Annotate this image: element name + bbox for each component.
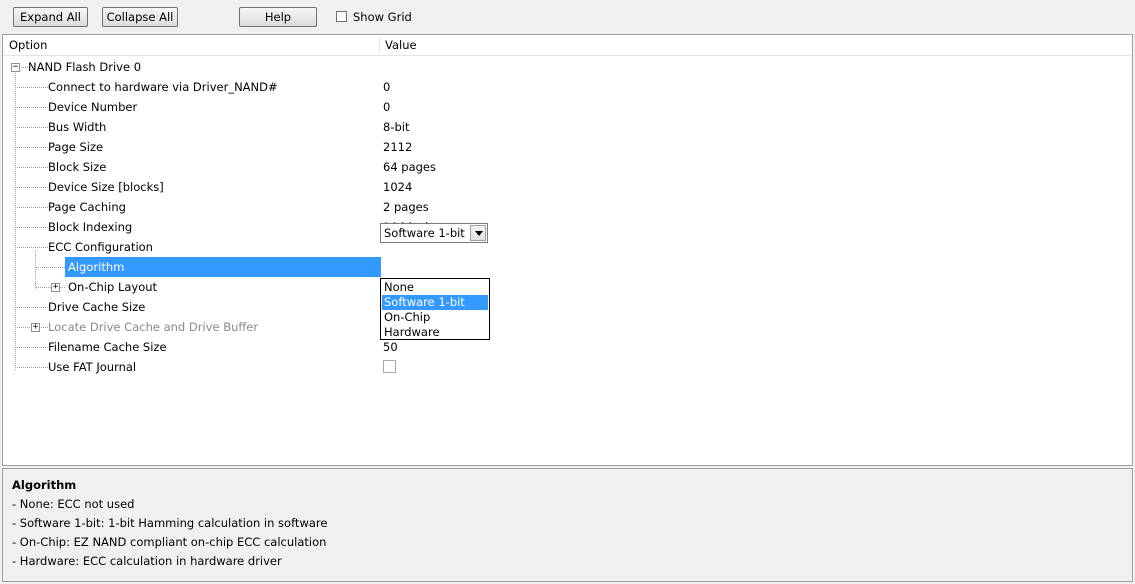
- row-label: Block Size: [48, 160, 107, 174]
- dropdown-arrow-icon[interactable]: [470, 225, 486, 241]
- row-label: Bus Width: [48, 120, 107, 134]
- description-line: - None: ECC not used: [12, 497, 135, 511]
- dropdown-option-on-chip[interactable]: On-Chip: [382, 310, 488, 325]
- tree-row-device-size[interactable]: Device Size [blocks] 1024: [3, 177, 1132, 197]
- row-value[interactable]: 50: [383, 337, 398, 357]
- show-grid-label: Show Grid: [353, 10, 412, 24]
- expand-icon[interactable]: +: [31, 323, 40, 332]
- row-label: Locate Drive Cache and Drive Buffer: [48, 320, 259, 334]
- algorithm-dropdown-list: None Software 1-bit On-Chip Hardware: [380, 278, 490, 340]
- row-value[interactable]: 2112: [383, 137, 412, 157]
- algorithm-combobox[interactable]: Software 1-bit: [380, 223, 488, 243]
- row-label: Block Indexing: [48, 220, 133, 234]
- row-label: Filename Cache Size: [48, 340, 167, 354]
- tree-row-connect-hardware[interactable]: Connect to hardware via Driver_NAND# 0: [3, 77, 1132, 97]
- row-value[interactable]: 1024: [383, 177, 412, 197]
- use-fat-journal-checkbox[interactable]: [383, 360, 396, 373]
- tree-row-drive-cache-size[interactable]: Drive Cache Size: [3, 297, 1132, 317]
- tree-row-locate-drive-cache[interactable]: + Locate Drive Cache and Drive Buffer: [3, 317, 1132, 337]
- description-line: - Software 1-bit: 1-bit Hamming calculat…: [12, 516, 328, 530]
- toolbar: Expand All Collapse All Help Show Grid: [0, 0, 1135, 34]
- row-label: On-Chip Layout: [68, 280, 158, 294]
- row-label: Page Caching: [48, 200, 126, 214]
- tree-row-block-size[interactable]: Block Size 64 pages: [3, 157, 1132, 177]
- show-grid-checkbox[interactable]: [336, 11, 347, 22]
- tree-row-device-number[interactable]: Device Number 0: [3, 97, 1132, 117]
- row-label: Page Size: [48, 140, 104, 154]
- row-label: Device Size [blocks]: [48, 180, 164, 194]
- row-value[interactable]: 0: [383, 97, 390, 117]
- tree-row-bus-width[interactable]: Bus Width 8-bit: [3, 117, 1132, 137]
- dropdown-option-none[interactable]: None: [382, 280, 488, 295]
- row-label: Algorithm: [68, 260, 125, 274]
- expand-all-button[interactable]: Expand All: [13, 7, 88, 27]
- row-value[interactable]: 0: [383, 77, 390, 97]
- property-grid: Option Value − NAND Flash Drive 0 Connec…: [2, 34, 1133, 466]
- row-label: Connect to hardware via Driver_NAND#: [48, 80, 278, 94]
- description-title: Algorithm: [12, 478, 77, 492]
- tree-row-algorithm[interactable]: Algorithm: [3, 257, 1132, 277]
- expand-icon[interactable]: +: [51, 283, 60, 292]
- tree-row-page-size[interactable]: Page Size 2112: [3, 137, 1132, 157]
- column-divider[interactable]: [379, 37, 380, 53]
- collapse-all-button[interactable]: Collapse All: [102, 7, 178, 27]
- tree-row-block-indexing[interactable]: Block Indexing 16 blocks: [3, 217, 1132, 237]
- row-label: Device Number: [48, 100, 138, 114]
- row-label: Drive Cache Size: [48, 300, 146, 314]
- collapse-icon[interactable]: −: [11, 63, 20, 72]
- help-button[interactable]: Help: [239, 7, 317, 27]
- column-header-option[interactable]: Option: [9, 35, 47, 55]
- grid-header: Option Value: [3, 35, 1132, 56]
- column-header-value[interactable]: Value: [385, 35, 417, 55]
- dropdown-option-hardware[interactable]: Hardware: [382, 325, 488, 340]
- description-line: - Hardware: ECC calculation in hardware …: [12, 554, 282, 568]
- row-label: NAND Flash Drive 0: [28, 60, 142, 74]
- row-label: ECC Configuration: [48, 240, 153, 254]
- row-value[interactable]: 8-bit: [383, 117, 409, 137]
- row-value[interactable]: 64 pages: [383, 157, 436, 177]
- tree-row-on-chip-layout[interactable]: + On-Chip Layout: [3, 277, 1132, 297]
- tree-row-use-fat-journal[interactable]: Use FAT Journal: [3, 357, 1132, 377]
- row-label: Use FAT Journal: [48, 360, 137, 374]
- description-panel: Algorithm - None: ECC not used - Softwar…: [2, 468, 1133, 582]
- description-line: - On-Chip: EZ NAND compliant on-chip ECC…: [12, 535, 327, 549]
- algorithm-combobox-value: Software 1-bit: [384, 226, 465, 240]
- row-value[interactable]: 2 pages: [383, 197, 429, 217]
- tree-row-nand-flash-drive[interactable]: − NAND Flash Drive 0: [3, 57, 1132, 77]
- dropdown-option-software-1bit[interactable]: Software 1-bit: [382, 295, 488, 310]
- tree-row-ecc-configuration[interactable]: ECC Configuration: [3, 237, 1132, 257]
- tree-row-page-caching[interactable]: Page Caching 2 pages: [3, 197, 1132, 217]
- tree-row-filename-cache-size[interactable]: Filename Cache Size 50: [3, 337, 1132, 357]
